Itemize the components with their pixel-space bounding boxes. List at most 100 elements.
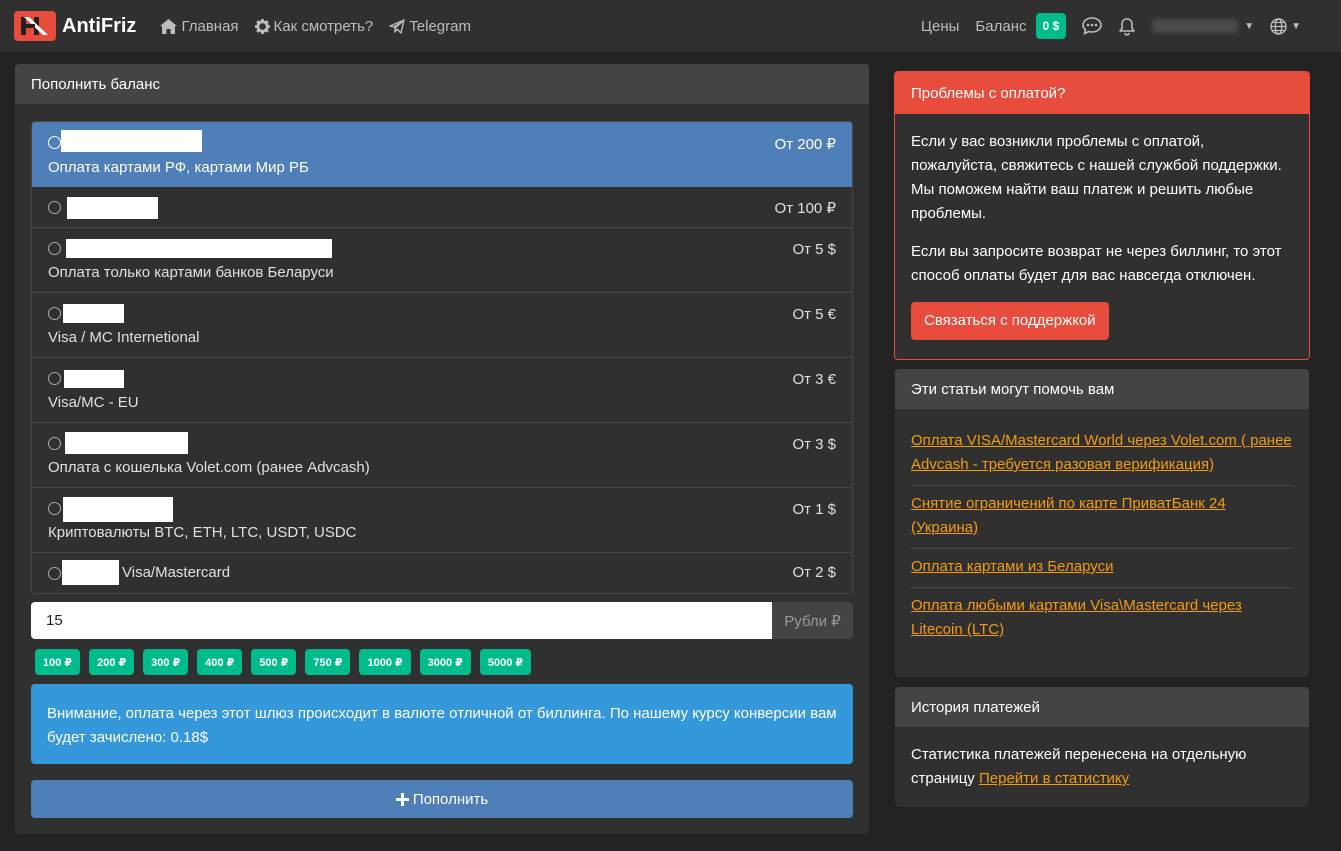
- method-description: Оплата только картами банков Беларуси: [48, 264, 334, 281]
- radio-button[interactable]: [48, 567, 61, 580]
- gear-icon: [254, 18, 270, 34]
- preset-amount-button[interactable]: 3000 ₽: [419, 649, 471, 675]
- payment-method-8[interactable]: Visa/Mastercard От 2 $: [32, 553, 852, 593]
- balance-label: Баланс: [975, 17, 1027, 35]
- preset-amount-button[interactable]: 5000 ₽: [479, 649, 532, 675]
- method-description: Оплата картами РФ, картами Мир РБ: [48, 159, 309, 176]
- brand[interactable]: AntiFriz: [14, 11, 136, 41]
- topup-card-title: Пополнить баланс: [15, 64, 869, 104]
- method-description: Криптовалюты BTC, ETH, LTC, USDT, USDC: [48, 524, 357, 541]
- payment-method-2[interactable]: От 100 ₽: [32, 187, 852, 228]
- radio-button[interactable]: [48, 201, 61, 214]
- payment-history-card: История платежей Статистика платежей пер…: [895, 687, 1309, 807]
- payment-method-6[interactable]: Оплата с кошелька Volet.com (ранее Advca…: [32, 423, 852, 488]
- article-link[interactable]: Оплата VISA/Mastercard World через Volet…: [911, 432, 1292, 473]
- method-description: Visa/Mastercard: [122, 564, 231, 581]
- nav-home[interactable]: Главная: [160, 17, 239, 35]
- chat-icon[interactable]: [1082, 17, 1102, 35]
- contact-support-button[interactable]: Связаться с поддержкой: [911, 302, 1109, 340]
- method-description: Оплата с кошелька Volet.com (ранее Advca…: [48, 459, 370, 476]
- list-item: Оплата картами из Беларуси: [911, 549, 1293, 588]
- history-title: История платежей: [895, 687, 1309, 727]
- preset-amount-button[interactable]: 400 ₽: [197, 649, 243, 675]
- preset-amount-button[interactable]: 200 ₽: [89, 649, 135, 675]
- article-link[interactable]: Оплата картами из Беларуси: [911, 558, 1114, 575]
- articles-title: Эти статьи могут помочь вам: [895, 369, 1309, 409]
- method-price: От 2 $: [792, 564, 836, 581]
- history-body: Статистика платежей перенесена на отдель…: [895, 727, 1309, 807]
- redacted-method-name: [61, 130, 202, 152]
- plus-icon: [395, 792, 409, 806]
- language-menu[interactable]: ▼: [1270, 17, 1301, 35]
- redacted-method-name: [64, 370, 124, 388]
- amount-presets: 100 ₽ 200 ₽ 300 ₽ 400 ₽ 500 ₽ 750 ₽ 1000…: [35, 649, 532, 675]
- topup-submit-button[interactable]: Пополнить: [31, 780, 853, 818]
- payment-methods-list: Оплата картами РФ, картами Мир РБ От 200…: [31, 121, 853, 594]
- payment-problems-card: Проблемы с оплатой? Если у вас возникли …: [894, 71, 1310, 360]
- user-menu[interactable]: ▼: [1152, 19, 1254, 33]
- preset-amount-button[interactable]: 100 ₽: [35, 649, 81, 675]
- redacted-method-name: [63, 304, 124, 323]
- redacted-method-name: [62, 560, 119, 585]
- chevron-down-icon: ▼: [1291, 20, 1301, 32]
- preset-amount-button[interactable]: 1000 ₽: [359, 649, 411, 675]
- nav-how-to-watch-label: Как смотреть?: [273, 17, 374, 35]
- telegram-icon: [389, 18, 405, 34]
- list-item: Оплата любыми картами Visa\Mastercard че…: [911, 588, 1293, 650]
- currency-addon: Рубли ₽: [772, 602, 853, 639]
- redacted-method-name: [65, 432, 188, 454]
- payment-method-1[interactable]: Оплата картами РФ, картами Мир РБ От 200…: [32, 122, 852, 187]
- redacted-method-name: [63, 497, 173, 522]
- statistics-link[interactable]: Перейти в статистику: [979, 770, 1129, 787]
- problems-text: Если у вас возникли проблемы с оплатой, …: [911, 133, 1282, 222]
- payment-method-3[interactable]: Оплата только картами банков Беларуси От…: [32, 228, 852, 293]
- nav-home-label: Главная: [181, 17, 239, 35]
- payment-method-5[interactable]: Visa/MC - EU От 3 €: [32, 358, 852, 423]
- radio-button[interactable]: [48, 307, 61, 320]
- topup-submit-label: Пополнить: [412, 790, 489, 808]
- article-link[interactable]: Оплата любыми картами Visa\Mastercard че…: [911, 597, 1242, 638]
- nav-telegram[interactable]: Telegram: [389, 18, 471, 35]
- amount-input[interactable]: [31, 602, 772, 639]
- method-price: От 5 €: [792, 306, 836, 323]
- chevron-down-icon: ▼: [1244, 20, 1255, 32]
- preset-amount-button[interactable]: 750 ₽: [305, 649, 351, 675]
- article-link[interactable]: Снятие ограничений по карте ПриватБанк 2…: [911, 495, 1226, 536]
- radio-button[interactable]: [48, 502, 61, 515]
- nav-telegram-label: Telegram: [409, 17, 471, 35]
- nav-prices[interactable]: Цены: [921, 18, 960, 35]
- bell-icon[interactable]: [1118, 17, 1136, 36]
- topup-card: Пополнить баланс Оплата картами РФ, карт…: [15, 64, 869, 834]
- problems-title: Проблемы с оплатой?: [895, 72, 1309, 114]
- brand-name: AntiFriz: [62, 14, 137, 37]
- method-price: От 200 ₽: [774, 136, 836, 153]
- redacted-method-name: [66, 239, 332, 258]
- logo-icon: [14, 11, 56, 41]
- conversion-notice: Внимание, оплата через этот шлюз происхо…: [31, 684, 853, 764]
- method-description: Visa / MC Internetional: [48, 329, 200, 346]
- preset-amount-button[interactable]: 300 ₽: [143, 649, 189, 675]
- nav-how-to-watch[interactable]: Как смотреть?: [254, 17, 374, 35]
- balance-badge: 0 $: [1035, 13, 1067, 39]
- top-navbar: AntiFriz Главная Как смотреть? Telegram …: [0, 0, 1341, 52]
- globe-icon: [1270, 17, 1287, 35]
- radio-button[interactable]: [48, 242, 61, 255]
- radio-button[interactable]: [48, 372, 61, 385]
- list-item: Оплата VISA/Mastercard World через Volet…: [911, 423, 1293, 486]
- help-articles-card: Эти статьи могут помочь вам Оплата VISA/…: [895, 369, 1309, 677]
- method-price: От 3 $: [792, 436, 836, 453]
- amount-input-group: Рубли ₽: [31, 602, 853, 639]
- payment-method-7[interactable]: Криптовалюты BTC, ETH, LTC, USDT, USDC О…: [32, 488, 852, 553]
- method-description: Visa/MC - EU: [48, 394, 139, 411]
- radio-button[interactable]: [48, 136, 61, 149]
- preset-amount-button[interactable]: 500 ₽: [251, 649, 297, 675]
- redacted-method-name: [67, 197, 158, 219]
- username-redacted: [1152, 19, 1239, 33]
- method-price: От 100 ₽: [774, 200, 836, 217]
- payment-method-4[interactable]: Visa / MC Internetional От 5 €: [32, 293, 852, 358]
- refund-warning-text: Если вы запросите возврат не через билли…: [911, 243, 1282, 284]
- method-price: От 5 $: [792, 241, 836, 258]
- nav-balance[interactable]: Баланс 0 $: [975, 13, 1067, 39]
- home-icon: [160, 18, 178, 34]
- radio-button[interactable]: [48, 437, 61, 450]
